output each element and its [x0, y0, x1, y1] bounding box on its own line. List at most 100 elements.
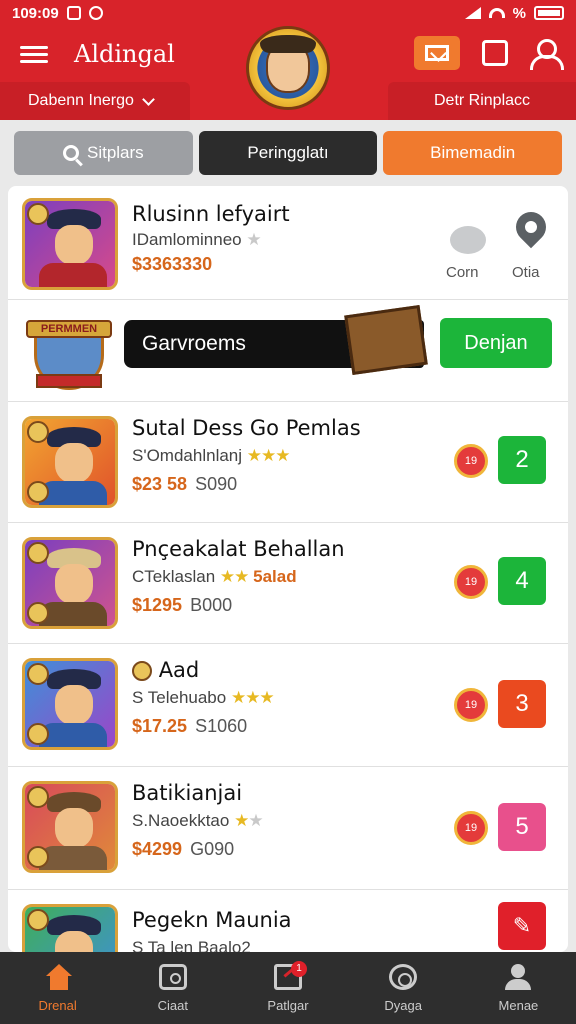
- item-price-row: $17.25 S1060: [132, 716, 247, 737]
- item-subtitle-row: S'Omdahlnlanj ★★★: [132, 446, 290, 466]
- rank-button[interactable]: 4: [498, 557, 546, 605]
- sync-icon: [88, 6, 103, 20]
- menu-button[interactable]: [20, 42, 48, 66]
- list-item[interactable]: Batikianjai S.Naoekktao ★★ $4299 G090 19 …: [8, 767, 568, 890]
- promo-action-button[interactable]: Denjan: [440, 318, 552, 368]
- featured-thumbnail: [22, 198, 118, 290]
- coin-value: 19: [464, 822, 478, 834]
- featured-price: $3363330: [132, 254, 213, 274]
- medal-icon: [132, 661, 152, 681]
- item-title: Aad: [158, 658, 200, 682]
- category-dropdown[interactable]: Dabenn Inergo: [0, 82, 190, 120]
- item-price: $1295: [132, 595, 183, 615]
- category-dropdown-label: Dabenn Inergo: [28, 92, 134, 109]
- edit-icon: ✎: [512, 913, 532, 938]
- tab-camera[interactable]: Ciaat: [115, 952, 230, 1024]
- signal-icon: [464, 7, 481, 19]
- battery-icon: [534, 6, 564, 20]
- star-rating-icon: ★★★: [230, 688, 275, 707]
- mail-button[interactable]: [414, 36, 460, 70]
- tab-label: Dyaga: [384, 997, 422, 1013]
- item-old-price: S1060: [195, 716, 248, 736]
- list-item[interactable]: Sutal Dess Go Pemlas S'Omdahlnlanj ★★★ $…: [8, 402, 568, 523]
- segment-label: Peringglatı: [247, 143, 329, 162]
- search-segment[interactable]: Sitplars: [14, 131, 193, 175]
- app-title: Aldingal: [74, 40, 175, 68]
- item-old-price: S090: [195, 474, 238, 494]
- item-thumbnail: [22, 781, 118, 873]
- item-old-price: G090: [190, 839, 235, 859]
- promo-row: PERMMEN Garvroems Denjan: [8, 300, 568, 402]
- star-rating-icon: ★★: [234, 811, 264, 830]
- item-subtitle: S Telehuabo: [132, 688, 227, 707]
- replace-dropdown[interactable]: Detr Rinplacc: [388, 82, 576, 120]
- rank-button[interactable]: 5: [498, 803, 546, 851]
- item-price: $23 58: [132, 474, 188, 494]
- rank-button[interactable]: 2: [498, 436, 546, 484]
- battery-percent: %: [512, 4, 526, 22]
- item-price: $4299: [132, 839, 183, 859]
- item-price-row: $4299 G090: [132, 839, 234, 860]
- pin-label: Otia: [512, 264, 540, 281]
- item-title: Batikianjai: [132, 781, 243, 805]
- search-icon: [62, 145, 79, 161]
- wifi-icon: [488, 8, 505, 18]
- tab-explore[interactable]: Dyaga: [346, 952, 461, 1024]
- item-price-row: $1295 B000: [132, 595, 232, 616]
- rank-button[interactable]: 3: [498, 680, 546, 728]
- coin-icon: 19: [454, 565, 488, 599]
- treasure-crate-icon: [344, 305, 428, 375]
- note-icon: 1: [274, 960, 307, 990]
- item-title: Pegekn Maunia: [132, 908, 292, 932]
- featured-subtitle-row: IDamlominneo ★: [132, 230, 262, 250]
- promo-logo-text: PERMMEN: [26, 320, 112, 338]
- profile-icon[interactable]: [530, 39, 564, 70]
- item-subtitle-extra: 5alad: [253, 567, 297, 586]
- item-subtitle: S Ta len Baalo2: [132, 938, 251, 952]
- coin-icon: 19: [454, 688, 488, 722]
- person-icon: [504, 963, 532, 990]
- location-pin-icon[interactable]: [509, 205, 553, 249]
- bookmark-icon[interactable]: [482, 40, 508, 66]
- item-subtitle: S.Naoekktao: [132, 811, 230, 830]
- edit-button[interactable]: ✎: [498, 902, 546, 950]
- item-thumbnail: [22, 537, 118, 629]
- replace-dropdown-label: Detr Rinplacc: [433, 92, 531, 109]
- item-subtitle-row: S Telehuabo ★★★: [132, 688, 275, 708]
- tab-label: Patlgar: [267, 997, 309, 1013]
- mail-icon: [425, 45, 449, 61]
- list-item[interactable]: Pnçeakalat Behallan CTeklaslan ★★ 5alad …: [8, 523, 568, 644]
- tab-home[interactable]: Drenal: [0, 952, 115, 1024]
- promo-logo: PERMMEN: [26, 314, 112, 394]
- promo-banner-text: Garvroems: [142, 332, 246, 355]
- item-title: Sutal Dess Go Pemlas: [132, 416, 361, 440]
- promo-segment[interactable]: Bimemadin: [383, 131, 563, 175]
- coin-icon: 19: [454, 444, 488, 478]
- globe-icon: [389, 963, 418, 990]
- cloud-icon[interactable]: [450, 226, 486, 254]
- segment-label: Bimemadin: [430, 143, 516, 162]
- chevron-down-icon: [141, 92, 155, 106]
- tab-profile[interactable]: Menae: [461, 952, 576, 1024]
- item-price-row: $23 58 S090: [132, 474, 237, 495]
- tab-notes[interactable]: 1 Patlgar: [230, 952, 345, 1024]
- segment-label: Sitplars: [86, 143, 144, 162]
- coin-value: 19: [464, 455, 478, 467]
- item-title: Pnçeakalat Behallan: [132, 537, 345, 561]
- item-list: Rlusinn lefyairt IDamlominneo ★ $3363330…: [8, 186, 568, 952]
- app-logo[interactable]: [246, 26, 330, 110]
- featured-row[interactable]: Rlusinn lefyairt IDamlominneo ★ $3363330…: [8, 186, 568, 300]
- tab-label: Ciaat: [157, 997, 188, 1013]
- star-icon: ★: [246, 230, 261, 249]
- tab-label: Menae: [498, 997, 539, 1013]
- list-item[interactable]: Aad S Telehuabo ★★★ $17.25 S1060 19 3: [8, 644, 568, 767]
- list-item[interactable]: Pegekn Maunia S Ta len Baalo2 ✎: [8, 890, 568, 952]
- featured-title: Rlusinn lefyairt: [132, 202, 290, 226]
- reminder-segment[interactable]: Peringglatı: [198, 131, 378, 175]
- camera-icon: [158, 963, 187, 990]
- featured-subtitle: IDamlominneo: [132, 230, 242, 249]
- tab-label: Drenal: [38, 997, 77, 1013]
- star-rating-icon: ★★: [219, 567, 250, 586]
- notification-badge: 1: [291, 960, 307, 977]
- item-subtitle-row: CTeklaslan ★★ 5alad: [132, 567, 297, 587]
